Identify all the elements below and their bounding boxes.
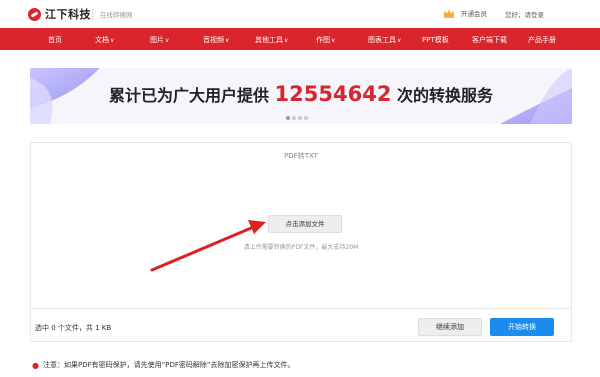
banner-text-after: 次的转换服务 [391,86,494,105]
nav-item-6[interactable]: 作图 ∨ [316,35,335,45]
nav-item-label: 作图 [316,36,330,44]
chevron-down-icon: ∨ [110,36,115,44]
vip-label: 开通会员 [461,10,487,18]
start-convert-button[interactable]: 开始转换 [490,318,554,336]
banner-text-before: 累计已为广大用户提供 [108,86,275,105]
continue-add-button[interactable]: 继续添加 [418,318,482,336]
logo-icon [28,7,41,21]
chevron-down-icon: ∨ [331,36,336,44]
nav-item-label: 首页 [48,36,62,44]
notice-text: 注意：如果PDF有密码保护，请先使用“PDF密码解除”去除加密保护再上传文件。 [42,361,295,369]
nav-item-label: 产品手册 [528,36,556,44]
chevron-down-icon: ∨ [225,36,230,44]
converter-footer: 选中 0 个文件，共 1 KB 继续添加 开始转换 [31,308,571,342]
carousel-dots [286,116,308,120]
converter-title: PDF转TXT [284,152,318,160]
nav-item-label: 图表工具 [368,36,396,44]
nav-item-1[interactable]: 首页 [48,35,62,45]
carousel-dot[interactable] [286,116,290,120]
banner-headline: 累计已为广大用户提供 12554642 次的转换服务 [30,82,572,106]
add-file-button[interactable]: 点击添加文件 [268,215,342,233]
logo-text: 江下科技 [45,8,91,21]
nav-item-label: 图片 [150,36,164,44]
chevron-down-icon: ∨ [397,36,402,44]
crown-icon [444,9,454,18]
upload-hint: 请上传需要转换的PDF文件，最大支持20M [243,244,359,251]
carousel-dot[interactable] [292,116,296,120]
carousel-dot[interactable] [304,116,308,120]
nav-item-10[interactable]: 产品手册 [528,35,556,45]
nav-item-2[interactable]: 文档 ∨ [95,35,114,45]
carousel-dot[interactable] [298,116,302,120]
nav-item-7[interactable]: 图表工具 ∨ [368,35,401,45]
nav-item-4[interactable]: 音视频 ∨ [203,35,229,45]
nav-item-3[interactable]: 图片 ∨ [150,35,169,45]
password-notice: ● 注意：如果PDF有密码保护，请先使用“PDF密码解除”去除加密保护再上传文件… [32,360,295,370]
nav-item-8[interactable]: PPT模板 [422,35,449,45]
top-bar: 江下科技 在线转换网 开通会员 您好，请登录 [0,0,600,28]
main-nav: 首页 文档 ∨ 图片 ∨ 音视频 ∨ 其他工具 ∨ 作图 ∨ 图表工具 ∨ PPT模板 客户端下载 产品手册 [0,28,600,50]
site-tagline: 在线转换网 [100,11,133,19]
nav-item-label: 文档 [95,36,109,44]
nav-item-label: 客户端下载 [472,36,507,44]
selection-info: 选中 0 个文件，共 1 KB [35,324,112,332]
nav-item-label: PPT模板 [422,36,449,44]
site-logo[interactable]: 江下科技 [28,7,91,21]
converter-panel: PDF转TXT 点击添加文件 请上传需要转换的PDF文件，最大支持20M 选中 … [30,142,572,342]
banner-number: 12554642 [274,82,392,106]
vip-link[interactable]: 开通会员 [443,8,487,18]
chevron-down-icon: ∨ [284,36,289,44]
nav-item-9[interactable]: 客户端下载 [472,35,507,45]
logo-divider [92,8,93,20]
chevron-down-icon: ∨ [165,36,170,44]
nav-item-5[interactable]: 其他工具 ∨ [255,35,288,45]
nav-item-label: 其他工具 [255,36,283,44]
nav-item-label: 音视频 [203,36,224,44]
bullet-icon: ● [32,360,39,370]
login-link[interactable]: 您好，请登录 [505,9,544,19]
